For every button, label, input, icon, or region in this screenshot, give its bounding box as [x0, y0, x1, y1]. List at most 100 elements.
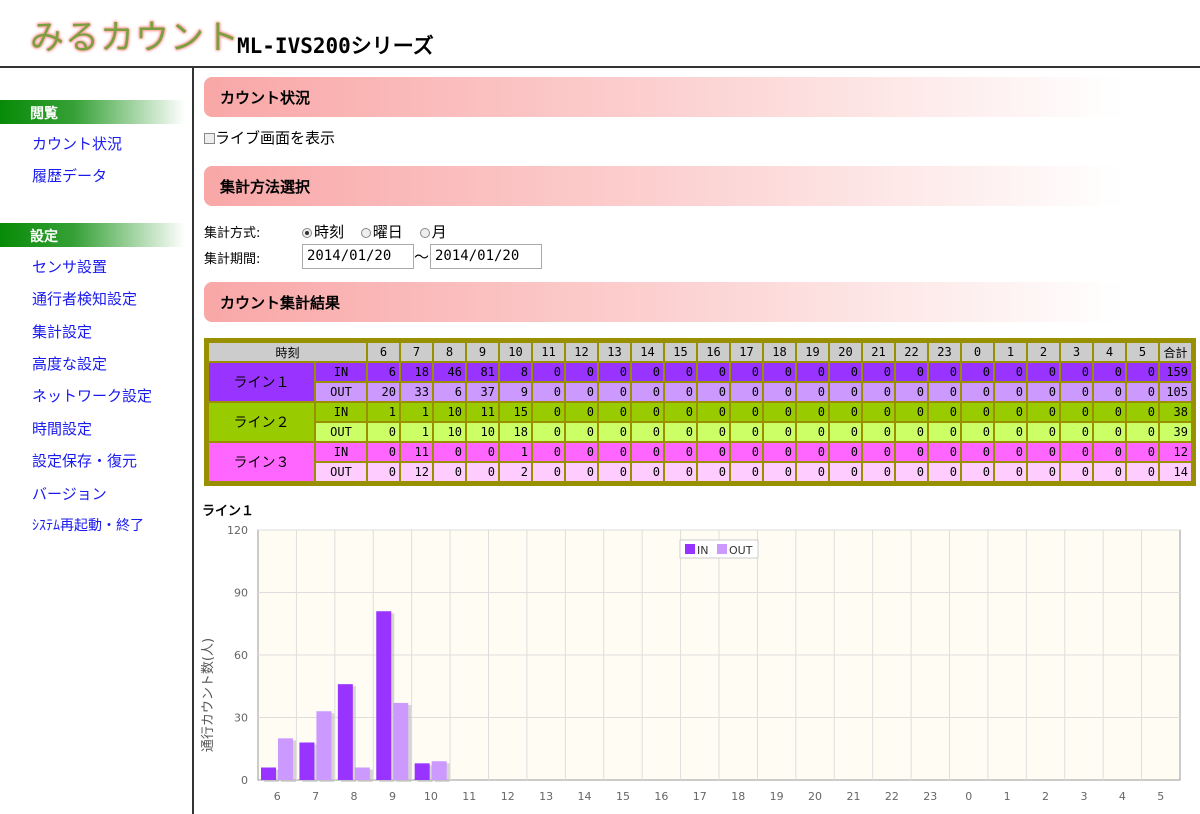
x-tick-label: 0 — [965, 790, 972, 803]
header-hour: 6 — [368, 343, 399, 361]
count-cell: 2 — [500, 463, 531, 481]
direction-cell: OUT — [316, 423, 366, 441]
count-cell: 0 — [665, 463, 696, 481]
legend-swatch-out — [717, 544, 727, 554]
count-cell: 37 — [467, 383, 498, 401]
y-tick-label: 90 — [234, 587, 248, 600]
radio-icon[interactable] — [302, 228, 312, 238]
x-tick-label: 15 — [616, 790, 630, 803]
header-hour: 7 — [401, 343, 432, 361]
count-table: 時刻 6 7 8 9 10 11 12 13 14 15 16 17 18 19 20 21 22 23 0 1 2 3 4 5… — [204, 338, 1196, 486]
count-cell: 0 — [1028, 423, 1059, 441]
x-tick-label: 13 — [539, 790, 553, 803]
count-cell: 0 — [599, 423, 630, 441]
count-cell: 0 — [632, 383, 663, 401]
count-cell: 0 — [797, 443, 828, 461]
section-header-method: 集計方法選択 — [204, 166, 1124, 206]
count-cell: 0 — [698, 363, 729, 381]
radio-icon[interactable] — [419, 228, 430, 238]
x-tick-label: 7 — [312, 790, 319, 803]
model-title: ML-IVS200シリーズ — [237, 34, 434, 58]
sidebar-item-backup[interactable]: 設定保存・復元 — [32, 445, 192, 477]
total-cell: 159 — [1160, 363, 1191, 381]
count-cell: 12 — [401, 463, 432, 481]
header-hour: 23 — [929, 343, 960, 361]
table-row: OUT 0 12 0 0 2 0 0 0 0 0 0 0 0 0 0 0 0 0 0 0 0 0 0 0 14 — [209, 463, 1191, 481]
count-cell: 0 — [797, 463, 828, 481]
checkbox-icon[interactable] — [204, 133, 215, 144]
x-tick-label: 9 — [389, 790, 396, 803]
count-cell: 0 — [830, 403, 861, 421]
sidebar-item-aggregation[interactable]: 集計設定 — [32, 316, 192, 348]
header-hour: 11 — [533, 343, 564, 361]
header-hour: 3 — [1061, 343, 1092, 361]
sidebar-item-restart[interactable]: ｼｽﾃﾑ再起動・終了 — [32, 510, 192, 542]
count-cell: 0 — [962, 423, 993, 441]
x-tick-label: 16 — [654, 790, 668, 803]
count-cell: 0 — [467, 463, 498, 481]
sidebar-item-version[interactable]: バージョン — [32, 478, 192, 510]
count-cell: 0 — [1061, 463, 1092, 481]
count-cell: 0 — [863, 403, 894, 421]
sidebar-item-advanced[interactable]: 高度な設定 — [32, 348, 192, 380]
period-separator: 〜 — [414, 248, 430, 266]
header-total: 合計 — [1160, 343, 1191, 361]
direction-cell: OUT — [316, 463, 366, 481]
count-cell: 0 — [1127, 383, 1158, 401]
app-logo: みるカウント — [30, 18, 240, 58]
count-cell: 1 — [368, 403, 399, 421]
count-cell: 0 — [1028, 363, 1059, 381]
radio-weekday[interactable]: 曜日 — [360, 223, 403, 241]
sidebar-item-count-status[interactable]: カウント状況 — [32, 128, 192, 160]
count-cell: 0 — [764, 363, 795, 381]
count-cell: 0 — [995, 423, 1026, 441]
count-cell: 0 — [665, 403, 696, 421]
sidebar-section-settings: 設定 — [0, 222, 185, 247]
y-axis-label: 通行カウント数(人) — [201, 638, 216, 752]
period-to-input[interactable]: 2014/01/20 — [430, 244, 542, 269]
count-cell: 0 — [665, 363, 696, 381]
live-view-checkbox[interactable]: ライブ画面を表示 — [204, 127, 335, 148]
count-cell: 0 — [929, 363, 960, 381]
count-cell: 0 — [533, 403, 564, 421]
count-cell: 81 — [467, 363, 498, 381]
header-hour: 22 — [896, 343, 927, 361]
direction-cell: IN — [316, 403, 366, 421]
legend-label: IN — [697, 544, 708, 557]
sidebar-item-detection[interactable]: 通行者検知設定 — [32, 283, 192, 315]
count-cell: 0 — [929, 443, 960, 461]
count-cell: 0 — [797, 403, 828, 421]
count-cell: 0 — [896, 443, 927, 461]
period-from-input[interactable]: 2014/01/20 — [302, 244, 414, 269]
radio-month[interactable]: 月 — [419, 223, 447, 241]
count-cell: 1 — [401, 423, 432, 441]
legend-label: OUT — [729, 544, 753, 557]
count-cell: 0 — [599, 443, 630, 461]
count-cell: 0 — [797, 383, 828, 401]
header-hour: 20 — [830, 343, 861, 361]
count-cell: 20 — [368, 383, 399, 401]
x-tick-label: 23 — [923, 790, 937, 803]
count-cell: 0 — [929, 383, 960, 401]
sidebar-item-time[interactable]: 時間設定 — [32, 413, 192, 445]
header-hour: 19 — [797, 343, 828, 361]
bar-in — [376, 611, 392, 780]
bar-out — [354, 767, 370, 780]
sidebar-item-sensor[interactable]: センサ設置 — [32, 251, 192, 283]
sidebar-item-network[interactable]: ネットワーク設定 — [32, 380, 192, 412]
y-tick-label: 30 — [234, 712, 248, 725]
bar-in — [414, 763, 430, 780]
bar-in — [299, 742, 315, 780]
count-cell: 0 — [1061, 363, 1092, 381]
count-cell: 10 — [467, 423, 498, 441]
count-cell: 0 — [995, 463, 1026, 481]
bar-out — [316, 711, 332, 780]
radio-icon[interactable] — [360, 228, 371, 238]
sidebar-item-history[interactable]: 履歴データ — [32, 160, 192, 192]
count-cell: 0 — [764, 403, 795, 421]
count-cell: 0 — [1094, 383, 1125, 401]
radio-hour[interactable]: 時刻 — [302, 223, 344, 241]
count-cell: 0 — [731, 463, 762, 481]
count-cell: 0 — [533, 463, 564, 481]
count-cell: 0 — [632, 463, 663, 481]
